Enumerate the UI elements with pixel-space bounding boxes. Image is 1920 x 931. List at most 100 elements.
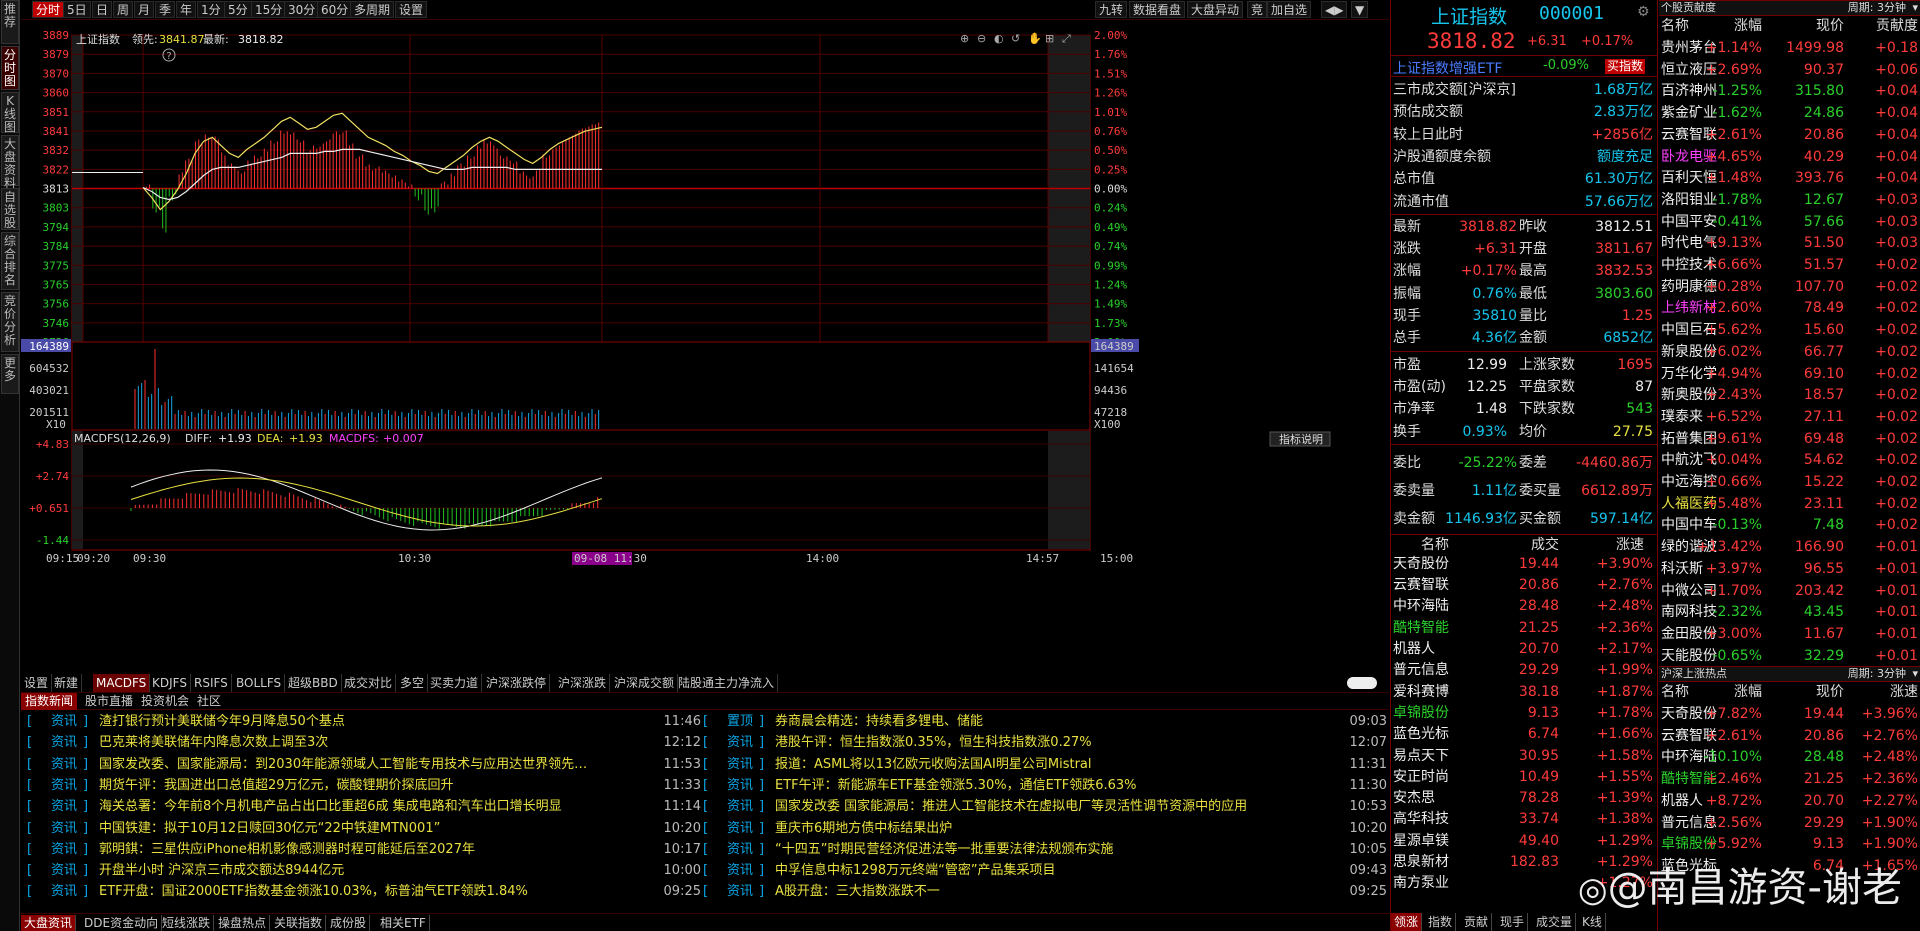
contribution-row[interactable]: 金田股份 +3.00% 11.67 +0.01 <box>1659 624 1920 646</box>
top-button-1[interactable]: 5日 <box>63 1 91 18</box>
news-item[interactable]: [ 资讯] A股开盘：三大指数涨跌不一 09:25 <box>703 881 1393 902</box>
stock-name[interactable]: 璞泰来 <box>1661 407 1703 429</box>
contribution-row[interactable]: 百济神州 -1.25% 315.80 +0.04 <box>1659 81 1920 103</box>
quote-bottom-tab-5[interactable]: K线 <box>1579 913 1606 931</box>
top-button-9[interactable]: 15分 <box>251 1 287 18</box>
top-right-button-0[interactable]: 九转 <box>1095 1 1128 18</box>
speed-list-item[interactable]: 酷特智能 21.25 +2.36% <box>1391 618 1657 639</box>
chart-tool-icon[interactable]: ↺ <box>1011 32 1020 45</box>
speed-item-name[interactable]: 高华科技 <box>1393 809 1449 830</box>
left-tab-4[interactable]: 自选股 <box>1 188 19 230</box>
news-title[interactable]: 中孚信息中标1298万元终端“管密”产品集采项目 <box>775 860 1335 881</box>
news-title[interactable]: 中国铁建：拟于10月12日赎回30亿元“22中铁建MTN001” <box>99 818 649 839</box>
contribution-row[interactable]: 中微公司 +1.70% 203.42 +0.01 <box>1659 581 1920 603</box>
indicator-tab-13[interactable]: 陆股通主力净流入 <box>675 674 779 692</box>
speed-list-item[interactable]: 星源卓镁 49.40 +1.29% <box>1391 831 1657 852</box>
speed-list-item[interactable]: 中环海陆 28.48 +2.48% <box>1391 596 1657 617</box>
news-title[interactable]: 郭明錤：三星供应iPhone相机影像感测器时程可能延后至2027年 <box>99 839 649 860</box>
contribution-row[interactable]: 中航沈飞 +0.04% 54.62 +0.02 <box>1659 450 1920 472</box>
contribution-row[interactable]: 人福医药 +5.48% 23.11 +0.02 <box>1659 494 1920 516</box>
speed-list-item[interactable]: 卓锦股份 9.13 +1.78% <box>1391 703 1657 724</box>
news-title[interactable]: 期货午评：我国进出口总值超29万亿元，碳酸锂期价探底回升 <box>99 775 649 796</box>
speed-item-name[interactable]: 南方泵业 <box>1393 873 1449 894</box>
chart-tool-icon[interactable]: ◐ <box>994 32 1004 45</box>
speed-item-name[interactable]: 酷特智能 <box>1393 618 1449 639</box>
bottom-tab-2[interactable]: 短线涨跌 <box>159 915 215 931</box>
news-item[interactable]: [ 资讯] 开盘半小时 沪深京三市成交额达8944亿元 10:00 <box>27 860 707 881</box>
news-item[interactable]: [ 资讯] 报道：ASML将以13亿欧元收购法国AI明星公司Mistral 11:3… <box>703 754 1393 775</box>
stock-name[interactable]: 百济神州 <box>1661 81 1717 103</box>
bottom-tab-4[interactable]: 关联指数 <box>271 915 327 931</box>
indicator-tab-2[interactable]: MACDFS <box>93 674 151 692</box>
chart-tool-icon[interactable]: ⊞ <box>1045 32 1054 45</box>
buy-index-button[interactable]: 买指数 <box>1605 59 1646 74</box>
news-title[interactable]: 海关总署：今年前8个月机电产品占出口比重超6成 集成电路和汽车出口增长明显 <box>99 796 649 817</box>
news-title[interactable]: 券商晨会精选：持续看多锂电、储能 <box>775 711 1335 732</box>
left-tab-7[interactable]: 更多 <box>1 354 19 394</box>
top-button-8[interactable]: 5分 <box>224 1 252 18</box>
speed-item-name[interactable]: 中环海陆 <box>1393 596 1449 617</box>
quote-bottom-tab-0[interactable]: 领涨 <box>1391 913 1423 931</box>
news-title[interactable]: “十四五”时期民营经济促进法等一批重要法律法规颁布实施 <box>775 839 1335 860</box>
bottom-tab-6[interactable]: 相关ETF <box>377 915 430 931</box>
stock-name[interactable]: 紫金矿业 <box>1661 103 1717 125</box>
news-title[interactable]: A股开盘：三大指数涨跌不一 <box>775 881 1335 902</box>
news-title[interactable]: 开盘半小时 沪深京三市成交额达8944亿元 <box>99 860 649 881</box>
top-button-7[interactable]: 1分 <box>197 1 225 18</box>
news-title[interactable]: 重庆市6期地方债中标结果出炉 <box>775 818 1335 839</box>
speed-item-name[interactable]: 卓锦股份 <box>1393 703 1449 724</box>
contribution-row[interactable]: 紫金矿业 -1.62% 24.86 +0.04 <box>1659 103 1920 125</box>
stock-name[interactable]: 天能股份 <box>1661 646 1717 668</box>
section-period[interactable]: 周期: 3分钟 <box>1848 1 1906 15</box>
contribution-row[interactable]: 洛阳钼业 -1.78% 12.67 +0.03 <box>1659 190 1920 212</box>
news-title[interactable]: 港股午评：恒生指数涨0.35%，恒生科技指数涨0.27% <box>775 732 1335 753</box>
etf-name[interactable]: 上证指数增强ETF <box>1393 58 1502 78</box>
bottom-tab-1[interactable]: DDE资金动向 <box>81 915 163 931</box>
left-tab-5[interactable]: 综合排名 <box>1 232 19 290</box>
speed-item-name[interactable]: 易点天下 <box>1393 746 1449 767</box>
news-tab-0[interactable]: 指数新闻 <box>21 693 78 710</box>
contribution-row[interactable]: 中国巨石 +5.62% 15.60 +0.02 <box>1659 320 1920 342</box>
news-item[interactable]: [ 资讯] 国家发改委 国家能源局：推进人工智能技术在虚拟电厂等灵活性调节资源中的… <box>703 796 1393 817</box>
news-tab-1[interactable]: 股市直播 <box>81 693 137 710</box>
chart-tool-icon[interactable]: ⊖ <box>977 32 986 45</box>
contribution-row[interactable]: 绿的谐波 +13.42% 166.90 +0.01 <box>1659 537 1920 559</box>
news-item[interactable]: [ 资讯] ETF午评：新能源车ETF基金领涨5.30%，通信ETF领跌6.63%… <box>703 775 1393 796</box>
indicator-tab-8[interactable]: 多空 <box>397 674 429 692</box>
news-title[interactable]: 报道：ASML将以13亿欧元收购法国AI明星公司Mistral <box>775 754 1335 775</box>
indicator-tab-10[interactable]: 沪深涨跌停 <box>483 674 551 692</box>
left-tab-6[interactable]: 竞价分析 <box>1 292 19 352</box>
contribution-row[interactable]: 新奥股份 +2.43% 18.57 +0.02 <box>1659 385 1920 407</box>
quote-bottom-tab-1[interactable]: 指数 <box>1425 913 1457 931</box>
hot-stock-name[interactable]: 机器人 <box>1661 791 1703 813</box>
stock-name[interactable]: 科沃斯 <box>1661 559 1703 581</box>
top-right-button-4[interactable]: 加自选 <box>1267 1 1312 18</box>
news-title[interactable]: 国家发改委、国家能源局：到2030年能源领域人工智能专用技术与应用达世界领先… <box>99 754 649 775</box>
top-right-button-1[interactable]: 数据看盘 <box>1129 1 1186 18</box>
left-tab-0[interactable]: 推荐 <box>1 0 19 44</box>
news-title[interactable]: ETF开盘：国证2000ETF指数基金领涨10.03%，标普油气ETF领跌1.8… <box>99 881 649 902</box>
chevron-down-icon[interactable]: ▾ <box>1912 1 1918 15</box>
stock-name[interactable]: 中国平安 <box>1661 212 1717 234</box>
indicator-tab-11[interactable]: 沪深涨跌 <box>555 674 611 692</box>
speed-list-item[interactable]: 云赛智联 20.86 +2.76% <box>1391 575 1657 596</box>
speed-list-item[interactable]: 安正时尚 10.49 +1.55% <box>1391 767 1657 788</box>
section-period[interactable]: 周期: 3分钟 <box>1848 667 1906 681</box>
stock-name[interactable]: 洛阳钼业 <box>1661 190 1717 212</box>
indicator-tab-3[interactable]: KDJFS <box>149 674 191 692</box>
news-item[interactable]: [ 资讯] 港股午评：恒生指数涨0.35%，恒生科技指数涨0.27% 12:07 <box>703 732 1393 753</box>
bottom-tab-5[interactable]: 成份股 <box>327 915 371 931</box>
contribution-row[interactable]: 万华化学 +4.94% 69.10 +0.02 <box>1659 364 1920 386</box>
top-button-3[interactable]: 周 <box>113 1 134 18</box>
top-button-5[interactable]: 季 <box>155 1 176 18</box>
bottom-tab-0[interactable]: 大盘资讯 <box>21 915 77 931</box>
top-button-2[interactable]: 日 <box>92 1 113 18</box>
hotspot-row[interactable]: 酷特智能 +2.46% 21.25 +2.36% <box>1659 769 1920 791</box>
speed-item-name[interactable]: 普元信息 <box>1393 660 1449 681</box>
hotspot-row[interactable]: 卓锦股份 +5.92% 9.13 +1.90% <box>1659 834 1920 856</box>
indicator-tab-0[interactable]: 设置 <box>21 674 53 692</box>
news-title[interactable]: ETF午评：新能源车ETF基金领涨5.30%，通信ETF领跌6.63% <box>775 775 1335 796</box>
news-tab-3[interactable]: 社区 <box>193 693 225 710</box>
quote-bottom-tab-4[interactable]: 成交量 <box>1533 913 1577 931</box>
play-icon[interactable]: ◀▶ <box>1321 1 1348 18</box>
